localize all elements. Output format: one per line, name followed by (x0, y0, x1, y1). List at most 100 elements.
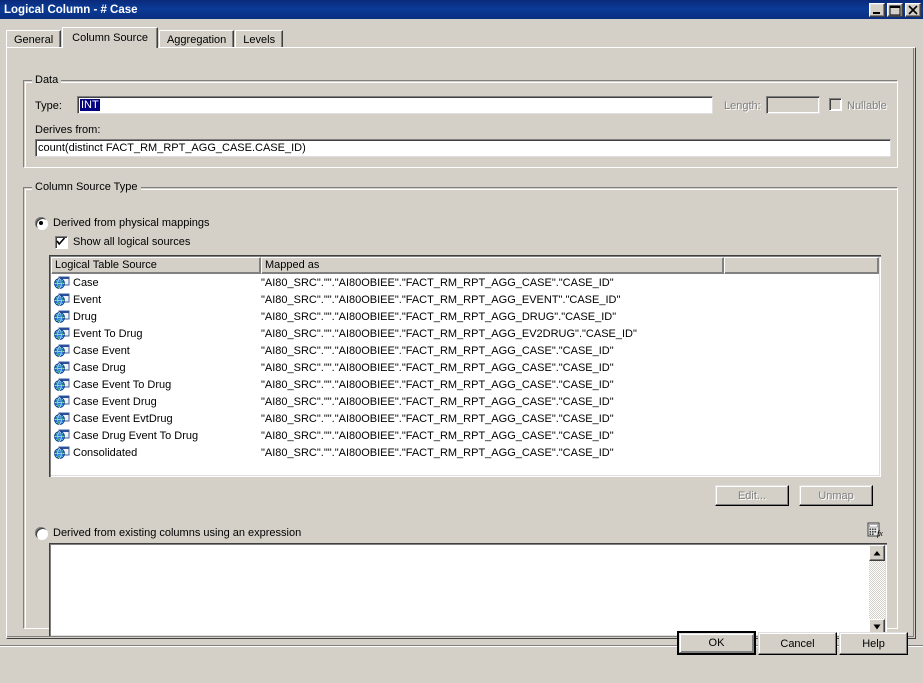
tab-levels[interactable]: Levels (235, 30, 284, 48)
checkmark-icon (56, 237, 66, 246)
logical-table-source-icon (54, 378, 70, 391)
radio-derived-expression[interactable] (35, 527, 47, 539)
cell-mapped-as: "AI80_SRC".""."AI80OBIEE"."FACT_RM_RPT_A… (261, 429, 614, 442)
logical-table-source-icon (54, 412, 70, 425)
table-row[interactable]: Case Event EvtDrug "AI80_SRC".""."AI80OBI… (51, 410, 879, 427)
cell-mapped-as: "AI80_SRC".""."AI80OBIEE"."FACT_RM_RPT_A… (261, 276, 614, 289)
tab-general[interactable]: General (6, 30, 62, 48)
logical-table-source-icon (54, 361, 70, 374)
nullable-label: Nullable (847, 100, 887, 112)
cell-mapped-as: "AI80_SRC".""."AI80OBIEE"."FACT_RM_RPT_A… (261, 361, 614, 374)
logical-table-source-list[interactable]: Logical Table Source Mapped as Case "AI80… (49, 255, 881, 477)
cell-logical-table-source: Case Event Drug (51, 395, 261, 409)
logical-table-source-icon (54, 344, 70, 357)
radio-derived-physical[interactable] (35, 217, 47, 229)
column-header-blank[interactable] (724, 257, 879, 274)
cell-logical-table-source: Case Drug Event To Drug (51, 429, 261, 443)
dialog-client-area: General Column Source Aggregation Levels… (0, 19, 923, 683)
unmap-button-label: Unmap (818, 489, 854, 502)
window-title: Logical Column - # Case (4, 3, 138, 16)
logical-table-source-icon (54, 446, 70, 459)
expression-textarea[interactable] (49, 543, 887, 637)
derives-from-label: Derives from: (35, 124, 101, 136)
length-input[interactable] (766, 96, 820, 114)
cell-mapped-as: "AI80_SRC".""."AI80OBIEE"."FACT_RM_RPT_A… (261, 310, 617, 323)
window-title-bar[interactable]: Logical Column - # Case (0, 0, 923, 19)
logical-table-source-name: Event (73, 293, 102, 306)
logical-table-source-name: Drug (73, 310, 97, 323)
radio-derived-physical-label: Derived from physical mappings (53, 217, 210, 229)
logical-table-source-icon (54, 429, 70, 442)
radio-derived-physical-dot (39, 221, 43, 225)
help-button[interactable]: Help (839, 632, 908, 655)
cell-logical-table-source: Event To Drug (51, 327, 261, 341)
column-source-type-group-title: Column Source Type (32, 181, 141, 193)
expression-builder-button[interactable]: fx (864, 520, 886, 540)
length-label: Length: (724, 100, 761, 112)
logical-table-source-name: Case Event Drug (73, 395, 157, 408)
table-row[interactable]: Case Drug "AI80_SRC".""."AI80OBIEE"."FACT… (51, 359, 879, 376)
logical-table-source-name: Case Drug (73, 361, 126, 374)
logical-table-source-name: Consolidated (73, 446, 138, 459)
tab-aggregation-label: Aggregation (166, 34, 227, 46)
data-group-title: Data (32, 74, 62, 86)
radio-derived-expression-label: Derived from existing columns using an e… (53, 527, 302, 539)
show-all-logical-sources-checkbox[interactable] (55, 236, 67, 248)
minimize-button[interactable] (869, 2, 885, 17)
table-row[interactable]: Case "AI80_SRC".""."AI80OBIEE"."FACT_RM_R… (51, 274, 879, 291)
table-row[interactable]: Event To Drug "AI80_SRC".""."AI80OBIEE"."… (51, 325, 879, 342)
caret-up-icon (873, 551, 881, 556)
close-icon (908, 4, 918, 15)
cell-logical-table-source: Case Event (51, 344, 261, 358)
minimize-icon (873, 11, 880, 14)
derives-from-value: count(distinct FACT_RM_RPT_AGG_CASE.CASE… (38, 142, 306, 154)
expression-builder-icon: fx (867, 522, 883, 538)
tab-strip: General Column Source Aggregation Levels (6, 27, 284, 48)
list-body: Case "AI80_SRC".""."AI80OBIEE"."FACT_RM_R… (51, 274, 879, 475)
list-header-row: Logical Table Source Mapped as (51, 257, 879, 274)
nullable-checkbox[interactable] (829, 98, 841, 110)
cell-mapped-as: "AI80_SRC".""."AI80OBIEE"."FACT_RM_RPT_A… (261, 293, 621, 306)
logical-table-source-name: Case Drug Event To Drug (73, 429, 199, 442)
table-row[interactable]: Consolidated "AI80_SRC".""."AI80OBIEE"."F… (51, 444, 879, 461)
tab-aggregation[interactable]: Aggregation (158, 30, 235, 48)
maximize-button[interactable] (887, 2, 903, 17)
unmap-button[interactable]: Unmap (799, 485, 873, 506)
tab-panel-column-source: Data Type: INT Length: Nullable Derives … (6, 47, 916, 639)
cell-mapped-as: "AI80_SRC".""."AI80OBIEE"."FACT_RM_RPT_A… (261, 412, 614, 425)
cell-logical-table-source: Case Drug (51, 361, 261, 375)
maximize-icon (889, 5, 901, 15)
table-row[interactable]: Drug "AI80_SRC".""."AI80OBIEE"."FACT_RM_R… (51, 308, 879, 325)
logical-table-source-icon (54, 327, 70, 340)
edit-button-label: Edit... (737, 489, 767, 502)
type-label: Type: (35, 100, 62, 112)
cell-logical-table-source: Event (51, 293, 261, 307)
expression-vertical-scrollbar[interactable] (869, 545, 885, 635)
cell-logical-table-source: Case (51, 276, 261, 290)
ok-button-label: OK (679, 633, 754, 653)
type-input[interactable]: INT (77, 96, 713, 114)
scroll-up-button[interactable] (869, 545, 885, 561)
column-header-logical-table-source[interactable]: Logical Table Source (51, 257, 261, 274)
cell-logical-table-source: Drug (51, 310, 261, 324)
svg-text:fx: fx (877, 529, 883, 538)
type-input-value: INT (80, 99, 100, 111)
help-button-label: Help (862, 637, 885, 650)
close-button[interactable] (905, 2, 921, 17)
table-row[interactable]: Case Event Drug "AI80_SRC".""."AI80OBIEE"… (51, 393, 879, 410)
cell-mapped-as: "AI80_SRC".""."AI80OBIEE"."FACT_RM_RPT_A… (261, 395, 614, 408)
ok-button[interactable]: OK (677, 631, 756, 655)
edit-button[interactable]: Edit... (715, 485, 789, 506)
table-row[interactable]: Event "AI80_SRC".""."AI80OBIEE"."FACT_RM_… (51, 291, 879, 308)
tab-column-source[interactable]: Column Source (62, 27, 158, 48)
table-row[interactable]: Case Drug Event To Drug "AI80_SRC".""."AI… (51, 427, 879, 444)
table-row[interactable]: Case Event "AI80_SRC".""."AI80OBIEE"."FAC… (51, 342, 879, 359)
logical-table-source-name: Case Event (73, 344, 130, 357)
logical-table-source-name: Event To Drug (73, 327, 143, 340)
cell-logical-table-source: Case Event To Drug (51, 378, 261, 392)
column-header-mapped-as[interactable]: Mapped as (261, 257, 724, 274)
cell-logical-table-source: Case Event EvtDrug (51, 412, 261, 426)
cancel-button[interactable]: Cancel (758, 632, 837, 655)
table-row[interactable]: Case Event To Drug "AI80_SRC".""."AI80OBI… (51, 376, 879, 393)
logical-table-source-icon (54, 293, 70, 306)
